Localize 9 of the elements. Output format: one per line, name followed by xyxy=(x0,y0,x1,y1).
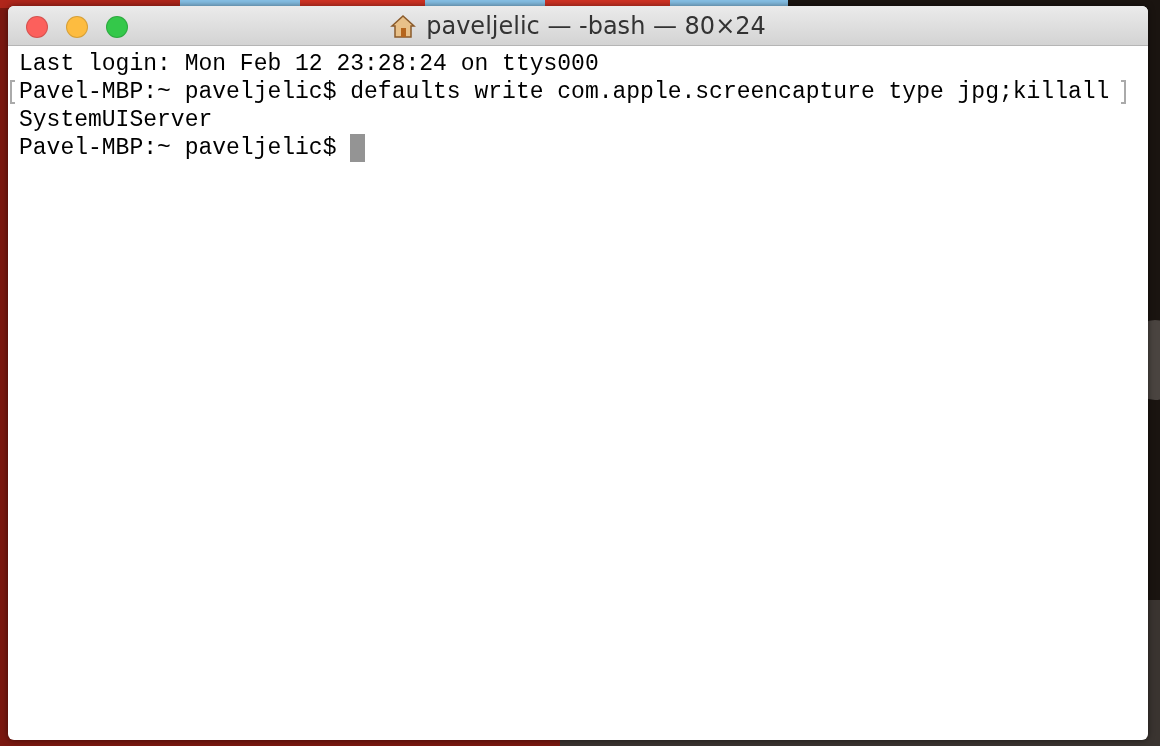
minimize-button[interactable] xyxy=(66,16,88,38)
home-icon xyxy=(390,12,417,39)
zoom-button[interactable] xyxy=(106,16,128,38)
window-title: paveljelic — -bash — 80×24 xyxy=(426,10,766,42)
terminal-line: Pavel-MBP:~ paveljelic$ defaults write com.apple.screencapture type jpg;killall xyxy=(19,78,1110,106)
close-button[interactable] xyxy=(26,16,48,38)
terminal-line: Last login: Mon Feb 12 23:28:24 on ttys000 xyxy=(19,50,599,78)
terminal-line: Pavel-MBP:~ paveljelic$ xyxy=(19,134,337,162)
terminal-line: SystemUIServer xyxy=(19,106,213,134)
